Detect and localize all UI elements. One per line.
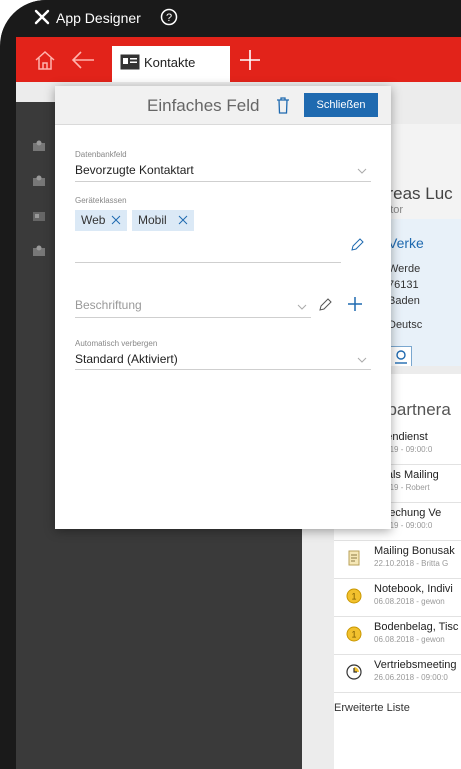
coin-icon: 1	[346, 588, 362, 604]
svg-text:1: 1	[351, 630, 356, 640]
list-item[interactable]: Vertriebsmeeting 26.06.2018 - 09:00:0	[334, 654, 461, 693]
remove-chip-icon[interactable]	[111, 215, 121, 225]
app-window: App Designer ? Kontakte dreas Luc Verke …	[0, 0, 461, 769]
item-title: Vertriebsmeeting	[374, 659, 457, 671]
auto-hide-label: Automatisch verbergen	[75, 339, 158, 348]
help-circle-icon[interactable]: ?	[160, 8, 178, 26]
plus-icon[interactable]	[238, 48, 262, 72]
item-title: Mailing Bonusak	[374, 545, 455, 557]
item-subtitle: 22.10.2018 - Britta G	[374, 559, 449, 568]
chevron-down-icon[interactable]	[297, 304, 307, 310]
address-line: Baden	[388, 295, 420, 307]
pencil-icon[interactable]	[350, 238, 364, 252]
back-arrow-icon[interactable]	[70, 49, 96, 71]
tab-label: Kontakte	[144, 55, 196, 70]
contact-card-icon	[120, 54, 140, 70]
extended-list-link[interactable]: Erweiterte Liste	[334, 702, 410, 714]
list-item[interactable]: 1 Bodenbelag, Tisc 06.08.2018 - gewon	[334, 616, 461, 655]
map-pin-icon	[395, 350, 407, 364]
document-icon	[348, 550, 360, 566]
card-icon[interactable]	[32, 210, 46, 222]
remove-chip-icon[interactable]	[178, 215, 188, 225]
item-title: Bodenbelag, Tisc	[374, 621, 459, 633]
chevron-down-icon[interactable]	[357, 168, 367, 174]
tab-bar: Kontakte	[16, 37, 461, 82]
divider	[75, 317, 311, 318]
coin-icon: 1	[346, 626, 362, 642]
user-group-icon[interactable]	[32, 175, 46, 187]
database-field-select[interactable]: Bevorzugte Kontaktart	[75, 163, 194, 177]
divider	[75, 262, 341, 263]
pencil-icon[interactable]	[318, 298, 332, 312]
svg-text:1: 1	[351, 592, 356, 602]
trash-icon[interactable]	[276, 96, 290, 114]
company-link[interactable]: Verke	[388, 235, 424, 251]
database-field-label: Datenbankfeld	[75, 150, 127, 159]
list-item[interactable]: 1 Notebook, Indivi 06.08.2018 - gewon	[334, 578, 461, 617]
clock-icon	[346, 664, 362, 680]
divider	[75, 181, 371, 182]
wrench-screwdriver-icon[interactable]	[34, 9, 50, 25]
address-line: Werde	[388, 263, 421, 275]
chip-label: Mobil	[138, 213, 167, 227]
address-line: 76131	[388, 279, 419, 291]
map-button[interactable]	[390, 346, 412, 366]
home-icon[interactable]	[34, 49, 56, 71]
item-title: Notebook, Indivi	[374, 583, 453, 595]
item-subtitle: 26.06.2018 - 09:00:0	[374, 673, 448, 682]
add-icon[interactable]	[347, 296, 363, 312]
user-group-icon[interactable]	[32, 245, 46, 257]
caption-input[interactable]: Beschriftung	[75, 298, 142, 312]
chevron-down-icon[interactable]	[357, 357, 367, 363]
field-dialog: Einfaches Feld Schließen Datenbankfeld B…	[55, 86, 391, 529]
item-subtitle: 06.08.2018 - gewon	[374, 635, 445, 644]
title-bar: App Designer ?	[0, 0, 461, 36]
chip-label: Web	[81, 213, 106, 227]
item-subtitle: 06.08.2018 - gewon	[374, 597, 445, 606]
user-group-icon[interactable]	[32, 140, 46, 152]
device-classes-label: Geräteklassen	[75, 196, 127, 205]
tab-kontakte[interactable]: Kontakte	[112, 46, 230, 82]
svg-text:?: ?	[166, 12, 172, 24]
chip-web[interactable]: Web	[75, 210, 127, 231]
chip-mobil[interactable]: Mobil	[132, 210, 194, 231]
app-title: App Designer	[56, 10, 141, 26]
auto-hide-select[interactable]: Standard (Aktiviert)	[75, 352, 178, 366]
dialog-title: Einfaches Feld	[147, 96, 260, 115]
dialog-header: Einfaches Feld Schließen	[55, 86, 391, 125]
list-item[interactable]: Mailing Bonusak 22.10.2018 - Britta G	[334, 540, 461, 579]
address-line: Deutsc	[388, 319, 423, 331]
divider	[75, 369, 371, 370]
close-button[interactable]: Schließen	[304, 93, 378, 117]
